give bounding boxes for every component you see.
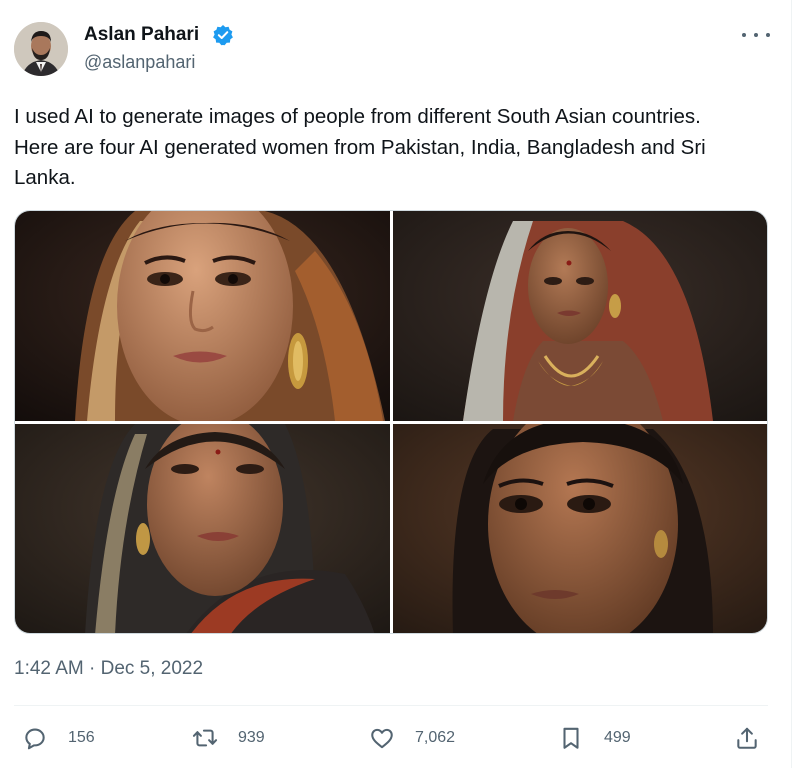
bookmark-icon <box>563 727 579 749</box>
photo-2[interactable] <box>393 211 767 421</box>
photo-1[interactable] <box>15 211 390 421</box>
photo-4[interactable] <box>393 424 767 633</box>
profile-photo-icon <box>14 22 68 76</box>
media-grid <box>14 210 768 634</box>
share-icon <box>737 727 757 749</box>
share-button[interactable] <box>734 724 760 752</box>
retweet-count: 939 <box>238 729 265 746</box>
bookmark-count: 499 <box>604 729 631 746</box>
verified-badge-icon[interactable] <box>212 24 234 46</box>
tweet-text: I used AI to generate images of people f… <box>14 105 706 189</box>
reply-button[interactable]: 156 <box>22 724 95 752</box>
photo-3[interactable] <box>15 424 390 633</box>
reply-icon <box>25 728 45 750</box>
more-options-icon[interactable] <box>742 26 770 44</box>
avatar[interactable] <box>14 22 68 76</box>
tweet-timestamp[interactable]: 1:42 AM · Dec 5, 2022 <box>14 657 203 681</box>
retweet-button[interactable]: 939 <box>192 724 265 752</box>
retweet-icon <box>192 729 218 747</box>
ai-portrait-image <box>393 211 767 421</box>
ai-portrait-image <box>15 424 390 633</box>
like-count: 7,062 <box>415 729 456 746</box>
divider <box>14 705 768 706</box>
ai-portrait-image <box>393 424 767 633</box>
heart-icon <box>371 728 393 749</box>
ai-portrait-image <box>15 211 390 421</box>
reply-count: 156 <box>68 729 95 746</box>
author-name[interactable]: Aslan Pahari <box>84 24 199 46</box>
tweet-detail: Aslan Pahari @aslanpahari I used AI to g… <box>0 0 792 768</box>
like-button[interactable]: 7,062 <box>369 724 455 752</box>
bookmark-button[interactable]: 499 <box>558 724 631 752</box>
author-handle[interactable]: @aslanpahari <box>84 51 195 73</box>
